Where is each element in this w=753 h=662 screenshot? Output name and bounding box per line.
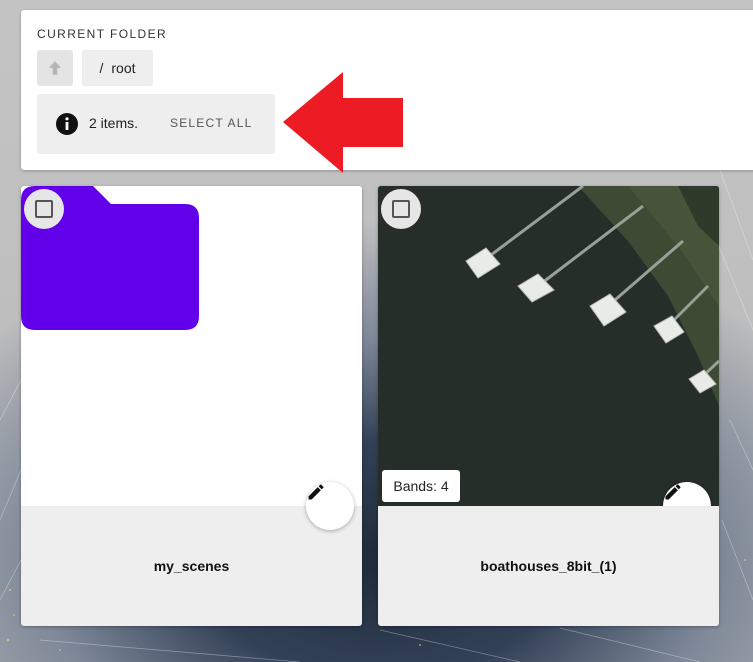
item-count: 2 items.: [89, 115, 139, 131]
item-card-image[interactable]: Bands: 4 boathouses_8bit_(1): [378, 186, 719, 626]
selection-info-box: 2 items. SELECT ALL: [37, 94, 275, 154]
info-icon: [56, 113, 78, 135]
item-card-folder[interactable]: my_scenes: [21, 186, 362, 626]
checkbox-blank-icon: [35, 200, 53, 218]
aerial-image: [378, 186, 719, 506]
arrow-up-icon: [49, 61, 61, 75]
checkbox-blank-icon: [392, 200, 410, 218]
bands-badge: Bands: 4: [382, 470, 460, 502]
annotation-arrow-shape: [283, 72, 403, 173]
parent-folder-button[interactable]: [37, 50, 73, 86]
breadcrumb-separator: /: [99, 60, 104, 76]
item-thumbnail[interactable]: Bands: 4: [378, 186, 719, 506]
panel-title: CURRENT FOLDER: [37, 27, 168, 41]
item-name: my_scenes: [153, 558, 230, 574]
pencil-icon: [665, 484, 681, 500]
breadcrumb[interactable]: / root: [82, 50, 153, 86]
pencil-icon: [308, 484, 324, 500]
annotation-arrow: [283, 72, 403, 173]
select-all-button[interactable]: SELECT ALL: [170, 116, 253, 130]
item-name: boathouses_8bit_(1): [480, 558, 617, 574]
item-checkbox[interactable]: [24, 189, 64, 229]
item-thumbnail[interactable]: [21, 186, 362, 530]
item-checkbox[interactable]: [381, 189, 421, 229]
breadcrumb-root: root: [111, 60, 136, 76]
edit-button[interactable]: [306, 482, 354, 530]
